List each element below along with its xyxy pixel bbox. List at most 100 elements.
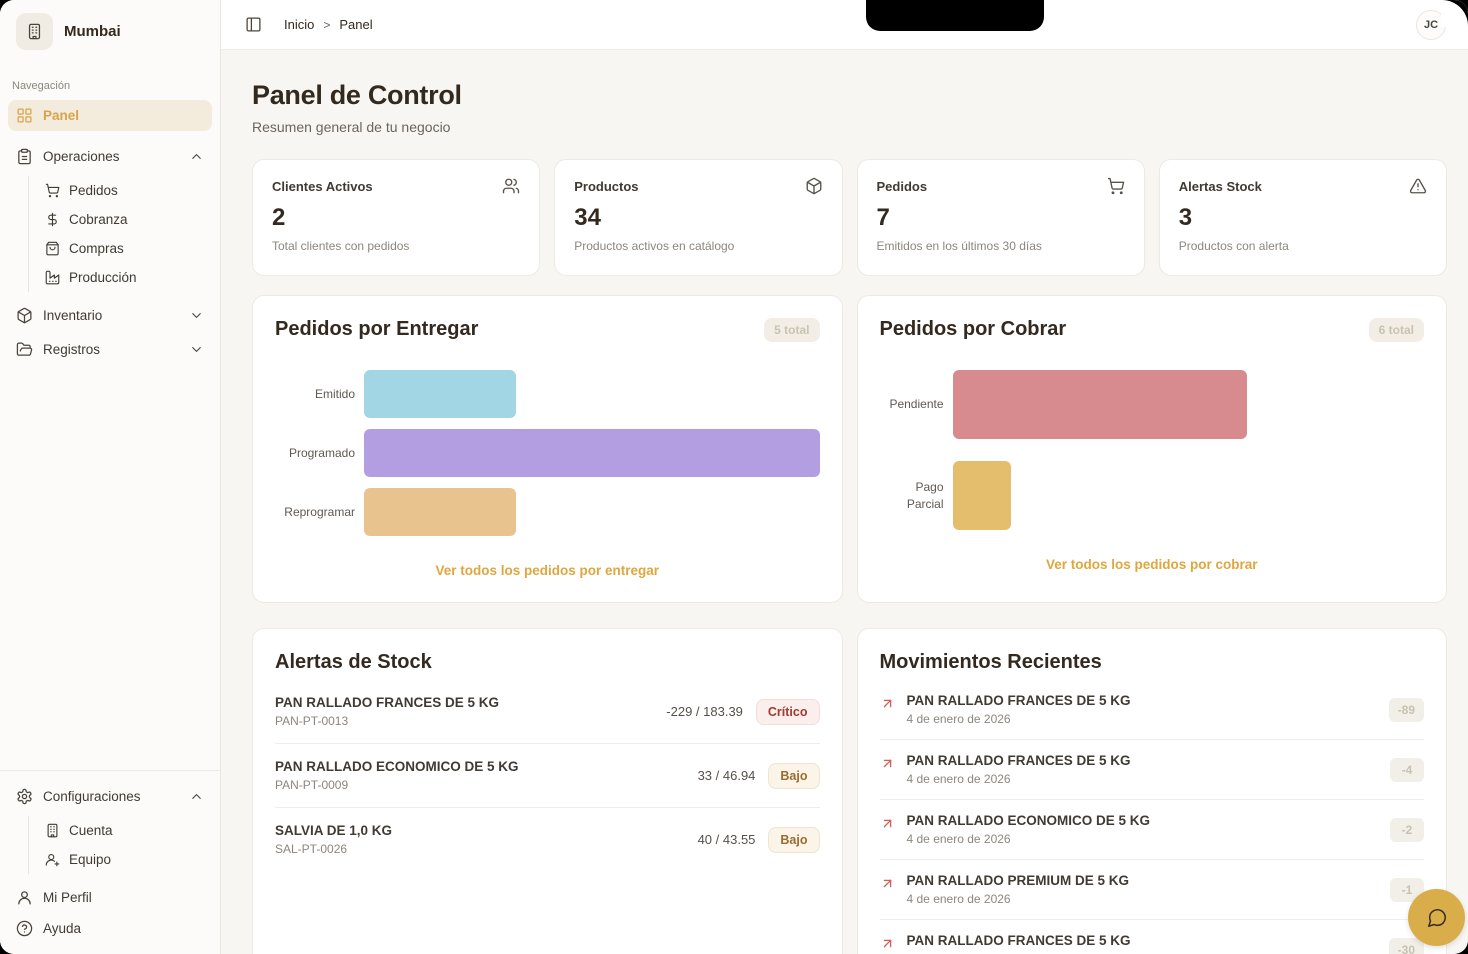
page-title: Panel de Control xyxy=(252,80,1447,111)
bar-label: Reprogramar xyxy=(275,504,364,520)
movement-date: 4 de enero de 2026 xyxy=(907,772,1131,786)
stat-value: 34 xyxy=(574,204,822,232)
sidebar-item-produccion[interactable]: Producción xyxy=(41,263,212,292)
bar-programado[interactable] xyxy=(364,429,820,477)
clipboard-icon xyxy=(16,148,33,165)
bar-row: Pago Parcial xyxy=(880,461,1425,530)
product-code: PAN-PT-0013 xyxy=(275,714,499,728)
sidebar-item-inventario[interactable]: Inventario xyxy=(8,300,212,331)
package-icon xyxy=(16,307,33,324)
sidebar-item-panel[interactable]: Panel xyxy=(8,100,212,131)
product-name: PAN RALLADO FRANCES DE 5 KG xyxy=(907,693,1131,708)
bar-emitido[interactable] xyxy=(364,370,516,418)
breadcrumb-separator: > xyxy=(323,18,330,32)
sidebar-item-compras[interactable]: Compras xyxy=(41,234,212,263)
sidebar-item-pedidos[interactable]: Pedidos xyxy=(41,176,212,205)
stat-card-pedidos: Pedidos 7 Emitidos en los últimos 30 día… xyxy=(857,159,1145,276)
stock-alert-row: SALVIA DE 1,0 KG SAL-PT-0026 40 / 43.55 … xyxy=(275,808,820,871)
chevron-down-icon[interactable] xyxy=(189,308,204,323)
recent-movements-card: Movimientos Recientes PAN RALLADO FRANCE… xyxy=(857,628,1448,954)
movement-row: PAN RALLADO FRANCES DE 5 KG 4 de enero d… xyxy=(880,920,1425,954)
view-all-entregar-link[interactable]: Ver todos los pedidos por entregar xyxy=(275,563,820,578)
movement-row: PAN RALLADO FRANCES DE 5 KG 4 de enero d… xyxy=(880,680,1425,740)
product-name: SALVIA DE 1,0 KG xyxy=(275,823,392,838)
sidebar-item-label: Mi Perfil xyxy=(43,890,92,905)
bar-row: Programado xyxy=(275,429,820,477)
sidebar-item-label: Panel xyxy=(43,108,79,123)
movement-row: PAN RALLADO ECONOMICO DE 5 KG 4 de enero… xyxy=(880,800,1425,860)
topbar: Inicio > Panel JC xyxy=(221,0,1468,50)
user-plus-icon xyxy=(45,852,60,867)
bar-pago-parcial[interactable] xyxy=(953,461,1012,530)
sidebar-item-configuraciones[interactable]: Configuraciones xyxy=(8,781,212,812)
product-name: PAN RALLADO ECONOMICO DE 5 KG xyxy=(907,813,1151,828)
stat-label: Clientes Activos xyxy=(272,179,373,194)
chevron-down-icon[interactable] xyxy=(189,342,204,357)
stats-row: Clientes Activos 2 Total clientes con pe… xyxy=(252,159,1447,276)
bar-pendiente[interactable] xyxy=(953,370,1248,439)
card-title: Alertas de Stock xyxy=(275,651,820,674)
building-icon xyxy=(16,13,53,50)
dollar-icon xyxy=(45,212,60,227)
sidebar-item-label: Inventario xyxy=(43,308,102,323)
breadcrumb-home[interactable]: Inicio xyxy=(284,17,314,32)
stat-value: 7 xyxy=(877,204,1125,232)
sidebar-item-mi-perfil[interactable]: Mi Perfil xyxy=(8,882,212,913)
alert-triangle-icon xyxy=(1409,177,1427,195)
product-name: PAN RALLADO FRANCES DE 5 KG xyxy=(275,695,499,710)
chart-pedidos-por-entregar: Pedidos por Entregar 5 total Emitido Pro… xyxy=(252,295,843,603)
movement-date: 4 de enero de 2026 xyxy=(907,892,1130,906)
stock-values: 40 / 43.55 xyxy=(698,832,756,847)
total-badge: 5 total xyxy=(764,318,819,342)
card-title: Movimientos Recientes xyxy=(880,651,1425,674)
chat-bubble-icon xyxy=(1426,907,1448,929)
qty-badge: -89 xyxy=(1389,698,1424,722)
sidebar-item-ayuda[interactable]: Ayuda xyxy=(8,913,212,944)
product-name: PAN RALLADO FRANCES DE 5 KG xyxy=(907,933,1131,948)
stock-values: 33 / 46.94 xyxy=(698,768,756,783)
brand-name: Mumbai xyxy=(64,23,121,40)
stat-label: Alertas Stock xyxy=(1179,179,1262,194)
sidebar-item-label: Pedidos xyxy=(69,183,118,198)
chevron-up-icon[interactable] xyxy=(189,789,204,804)
chat-fab-button[interactable] xyxy=(1408,889,1465,946)
charts-row: Pedidos por Entregar 5 total Emitido Pro… xyxy=(252,295,1447,603)
status-badge: Bajo xyxy=(768,763,819,789)
stat-desc: Productos con alerta xyxy=(1179,239,1427,253)
chart-pedidos-por-cobrar: Pedidos por Cobrar 6 total Pendiente Pag… xyxy=(857,295,1448,603)
sidebar-item-operaciones[interactable]: Operaciones xyxy=(8,141,212,172)
chevron-up-icon[interactable] xyxy=(189,149,204,164)
sidebar-item-label: Registros xyxy=(43,342,100,357)
panel-left-icon[interactable] xyxy=(245,16,262,33)
nav-section-label: Navegación xyxy=(12,80,212,92)
sidebar-item-label: Cuenta xyxy=(69,823,113,838)
movement-row: PAN RALLADO FRANCES DE 5 KG 4 de enero d… xyxy=(880,740,1425,800)
status-badge: Crítico xyxy=(756,699,820,725)
product-name: PAN RALLADO PREMIUM DE 5 KG xyxy=(907,873,1130,888)
factory-icon xyxy=(45,270,60,285)
user-icon xyxy=(16,889,33,906)
bar-row: Emitido xyxy=(275,370,820,418)
sidebar-item-label: Equipo xyxy=(69,852,111,867)
stat-card-alertas: Alertas Stock 3 Productos con alerta xyxy=(1159,159,1447,276)
stat-desc: Emitidos en los últimos 30 días xyxy=(877,239,1125,253)
stat-card-productos: Productos 34 Productos activos en catálo… xyxy=(554,159,842,276)
movement-row: PAN RALLADO PREMIUM DE 5 KG 4 de enero d… xyxy=(880,860,1425,920)
stat-value: 3 xyxy=(1179,204,1427,232)
sidebar-item-label: Ayuda xyxy=(43,921,81,936)
sidebar-item-registros[interactable]: Registros xyxy=(8,334,212,365)
sidebar-item-label: Cobranza xyxy=(69,212,128,227)
product-name: PAN RALLADO ECONOMICO DE 5 KG xyxy=(275,759,519,774)
bar-row: Pendiente xyxy=(880,370,1425,439)
bar-reprogramar[interactable] xyxy=(364,488,516,536)
view-all-cobrar-link[interactable]: Ver todos los pedidos por cobrar xyxy=(880,557,1425,572)
arrow-up-right-icon xyxy=(880,816,895,831)
stat-value: 2 xyxy=(272,204,520,232)
bar-row: Reprogramar xyxy=(275,488,820,536)
sidebar-item-cobranza[interactable]: Cobranza xyxy=(41,205,212,234)
sidebar-item-cuenta[interactable]: Cuenta xyxy=(41,816,212,845)
sidebar: Mumbai Navegación Panel Operaciones Pedi… xyxy=(0,0,221,954)
bar-label: Emitido xyxy=(275,386,364,402)
sidebar-item-equipo[interactable]: Equipo xyxy=(41,845,212,874)
stock-alerts-card: Alertas de Stock PAN RALLADO FRANCES DE … xyxy=(252,628,843,954)
